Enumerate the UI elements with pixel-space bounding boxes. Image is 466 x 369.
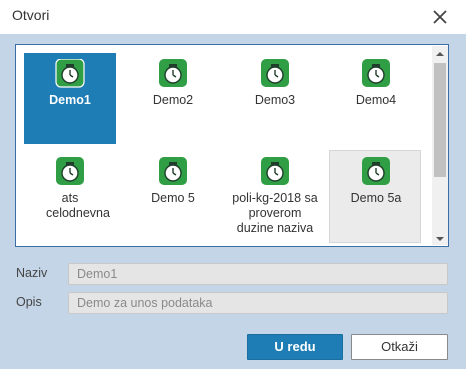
open-dialog: Otvori Demo1 Demo2 Demo3 Demo4 ats celod… [0,0,466,369]
grid-item-label: Demo 5a [350,191,402,205]
demo-app-icon [55,59,85,88]
grid-item-label: Demo2 [152,93,194,107]
demo-app-icon [362,157,390,185]
grid-item-label: Demo4 [355,93,397,107]
close-icon [433,10,447,24]
demo-app-icon [159,157,187,185]
scroll-up-button[interactable] [432,46,448,60]
app-grid: Demo1 Demo2 Demo3 Demo4 ats celodnevna D… [15,44,449,247]
grid-item-label: Demo3 [254,93,296,107]
demo-app-icon [362,59,390,87]
scroll-up-icon [436,52,444,56]
name-label: Naziv [16,266,48,280]
scrollbar-thumb[interactable] [434,63,446,177]
description-field[interactable]: Demo za unos podataka [68,292,448,314]
grid-item-demo2[interactable]: Demo2 [127,53,219,144]
grid-item-demo1[interactable]: Demo1 [24,53,116,144]
description-label: Opis [16,295,42,309]
scroll-down-button[interactable] [432,231,448,245]
grid-item-ats-celodnevna[interactable]: ats celodnevna [24,151,116,246]
grid-item-poli-kg-2018[interactable]: poli-kg-2018 sa proverom duzine naziva [229,151,321,246]
dialog-titlebar: Otvori [0,0,466,34]
close-button[interactable] [427,5,453,29]
grid-item-demo-5[interactable]: Demo 5 [127,151,219,246]
grid-item-demo4[interactable]: Demo4 [330,53,422,144]
cancel-button[interactable]: Otkaži [351,334,448,360]
demo-app-icon [56,157,84,185]
grid-item-label: poli-kg-2018 sa proverom duzine naziva [232,191,318,235]
demo-app-icon [159,59,187,87]
demo-app-icon [261,59,289,87]
grid-item-label: ats celodnevna [46,191,110,220]
demo-app-icon [261,157,289,185]
scroll-down-icon [436,237,444,241]
grid-item-label: Demo 5 [151,191,195,205]
grid-item-label: Demo1 [49,93,91,107]
vertical-scrollbar[interactable] [432,46,448,245]
ok-button[interactable]: U redu [247,334,343,360]
grid-item-demo3[interactable]: Demo3 [229,53,321,144]
dialog-title: Otvori [12,7,50,23]
grid-item-demo-5a[interactable]: Demo 5a [329,150,421,243]
name-field[interactable]: Demo1 [68,263,448,285]
